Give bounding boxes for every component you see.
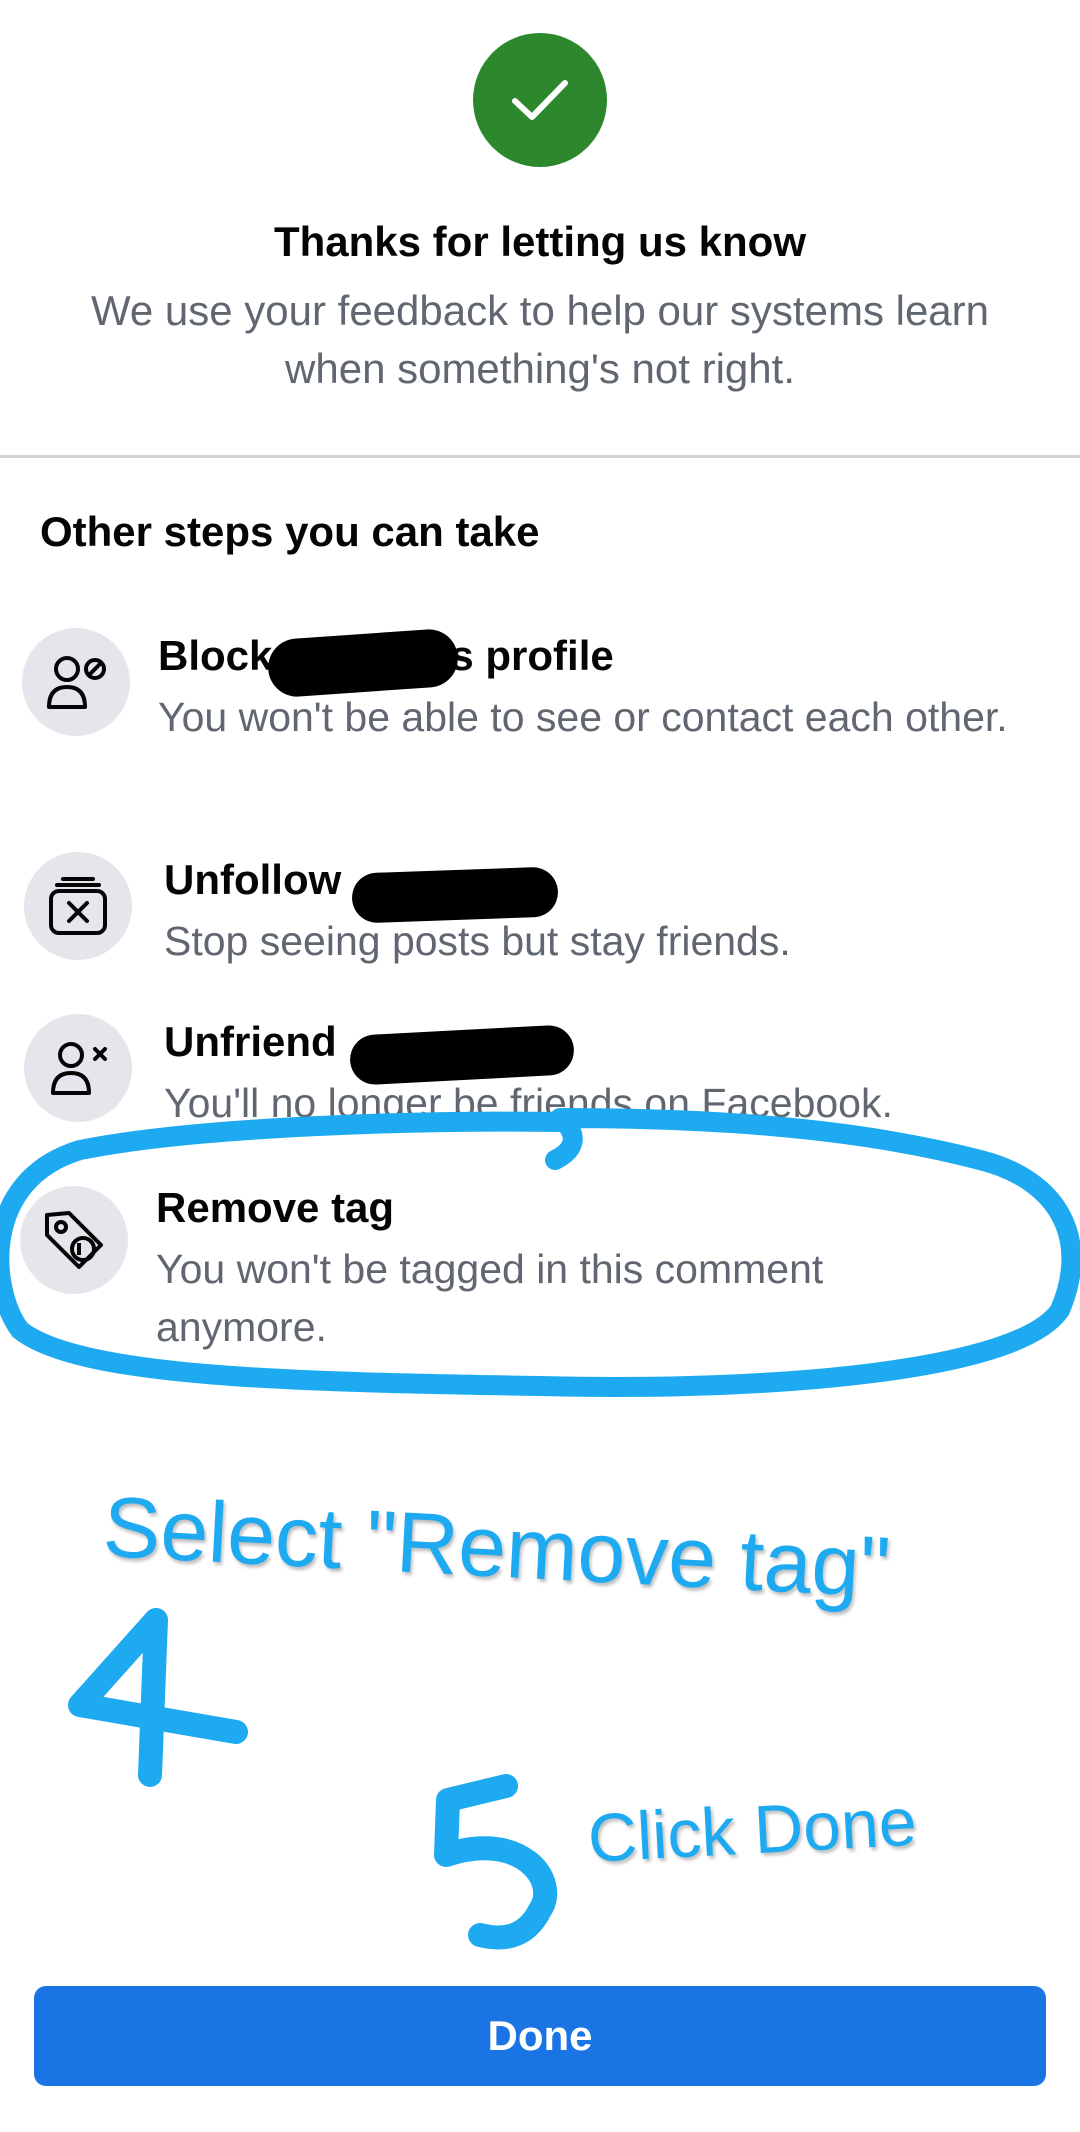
success-check-badge — [473, 33, 607, 167]
block-title-prefix: Block — [158, 632, 273, 679]
unfollow-icon-circle — [24, 852, 132, 960]
unfriend-icon-circle — [24, 1014, 132, 1122]
annotation-step4-text: Select "Remove tag" — [100, 1478, 893, 1617]
block-title-suffix: s profile — [450, 632, 614, 679]
annotation-step5-text: Click Done — [586, 1783, 919, 1877]
confirmation-subtitle: We use your feedback to help our systems… — [90, 287, 990, 392]
remove-tag-icon-circle — [20, 1186, 128, 1294]
checkmark-icon — [512, 80, 568, 120]
option-block-description: You won't be able to see or contact each… — [158, 694, 1008, 740]
block-icon-circle — [22, 628, 130, 736]
number-4-drawing — [68, 1608, 248, 1787]
option-unfollow[interactable]: Unfollow Stop seeing posts but stay frie… — [0, 850, 1080, 970]
option-unfriend-description: You'll no longer be friends on Facebook. — [164, 1080, 893, 1126]
tag-remove-icon — [45, 1211, 103, 1269]
option-remove-tag-description: You won't be tagged in this comment anym… — [156, 1246, 824, 1350]
confirmation-title: Thanks for letting us know — [273, 218, 807, 265]
unfriend-icon — [51, 1042, 107, 1095]
unfollow-icon — [49, 877, 107, 935]
option-block-profile[interactable]: Block s profile You won't be able to see … — [0, 620, 1080, 800]
section-divider — [0, 455, 1080, 458]
option-unfollow-description: Stop seeing posts but stay friends. — [164, 918, 791, 964]
other-steps-heading: Other steps you can take — [40, 508, 540, 555]
option-remove-tag[interactable]: Remove tag You won't be tagged in this c… — [0, 1176, 1080, 1356]
number-5-drawing — [434, 1774, 557, 1950]
block-person-icon — [47, 656, 106, 709]
option-remove-tag-title: Remove tag — [156, 1184, 395, 1231]
option-unfriend[interactable]: Unfriend You'll no longer be friends on … — [0, 1012, 1080, 1132]
option-unfriend-title: Unfriend — [164, 1018, 337, 1065]
done-button[interactable]: Done — [34, 1986, 1046, 2086]
option-unfollow-title: Unfollow — [164, 856, 342, 903]
